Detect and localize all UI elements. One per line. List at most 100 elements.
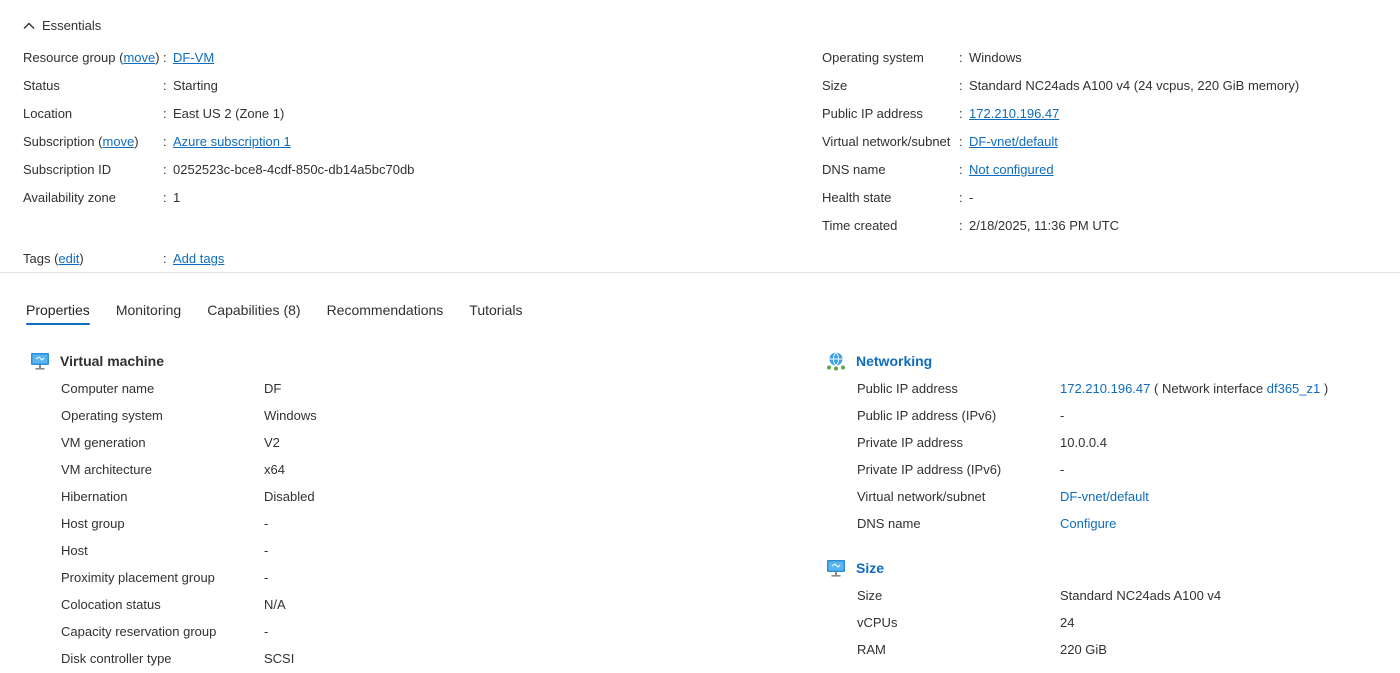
size-row-value: 220 GiB — [1060, 642, 1107, 657]
size-row: Size Standard NC24ads A100 v4 — [826, 582, 1221, 609]
location-label: Location — [23, 106, 73, 121]
vm-row-label: Disk controller type — [61, 651, 172, 666]
tab-monitoring[interactable]: Monitoring — [116, 302, 181, 324]
net-row-label: Private IP address — [857, 435, 963, 450]
vm-row-label: VM generation — [61, 435, 146, 450]
network-icon — [827, 352, 845, 371]
net-vnet-link[interactable]: DF-vnet/default — [1060, 483, 1149, 510]
vm-row: VM architecture x64 — [30, 456, 317, 483]
vm-row: Computer name DF — [30, 375, 317, 402]
subscription-label: Subscription — [23, 134, 95, 149]
vm-row: Disk controller type SCSI — [30, 645, 317, 672]
add-tags-link[interactable]: Add tags — [173, 248, 224, 270]
vm-row-label: Hibernation — [61, 489, 128, 504]
resource-group-move-link[interactable]: move — [123, 50, 155, 65]
vm-row: Operating system Windows — [30, 402, 317, 429]
vm-row: Colocation status N/A — [30, 591, 317, 618]
tab-properties[interactable]: Properties — [26, 302, 90, 325]
size-row: RAM 220 GiB — [826, 636, 1221, 663]
virtual-machine-title: Virtual machine — [60, 353, 165, 369]
vm-row-label: Host — [61, 543, 88, 558]
monitor-icon — [827, 560, 845, 577]
size-row-label: RAM — [857, 642, 886, 657]
os-value: Windows — [969, 50, 1022, 65]
size-row-value: Standard NC24ads A100 v4 — [1060, 588, 1222, 603]
vm-row-value: Windows — [264, 408, 317, 423]
essentials-row-public-ip: Public IP address : 172.210.196.47 — [822, 103, 1299, 131]
monitor-icon — [31, 353, 49, 370]
net-row: Public IP address (IPv6) - — [826, 402, 1328, 429]
vm-row-value: x64 — [264, 462, 285, 477]
essentials-row-availability-zone: Availability zone : 1 — [23, 187, 414, 215]
status-label: Status — [23, 78, 60, 93]
chevron-up-icon — [23, 22, 35, 29]
vm-row-label: Capacity reservation group — [61, 624, 217, 639]
networking-section: Networking Public IP address 172.210.196… — [826, 350, 1328, 537]
subscription-value-link[interactable]: Azure subscription 1 — [173, 131, 291, 159]
tab-tutorials[interactable]: Tutorials — [469, 302, 522, 324]
virtual-machine-section: Virtual machine Computer name DF Operatin… — [30, 350, 317, 672]
vm-row-value: DF — [264, 381, 282, 396]
availability-zone-label: Availability zone — [23, 190, 116, 205]
size-section: Size Size Standard NC24ads A100 v4 vCPUs 2… — [826, 557, 1221, 663]
essentials-row-health: Health state : - — [822, 187, 1299, 215]
net-row-value: 10.0.0.4 — [1060, 435, 1107, 450]
subscription-id-value: 0252523c-bce8-4cdf-850c-db14a5bc70db — [173, 162, 415, 177]
net-row-label: DNS name — [857, 516, 921, 531]
vm-row: VM generation V2 — [30, 429, 317, 456]
net-row: Private IP address 10.0.0.4 — [826, 429, 1328, 456]
health-value: - — [969, 190, 974, 205]
time-created-value: 2/18/2025, 11:36 PM UTC — [969, 218, 1120, 233]
net-row: DNS name Configure — [826, 510, 1328, 537]
vm-row-value: - — [264, 516, 269, 531]
vm-row-value: V2 — [264, 435, 280, 450]
resource-group-value-link[interactable]: DF-VM — [173, 47, 214, 75]
net-row-label: Private IP address (IPv6) — [857, 462, 1002, 477]
size-row: vCPUs 24 — [826, 609, 1221, 636]
tab-recommendations[interactable]: Recommendations — [327, 302, 444, 324]
dns-link[interactable]: Not configured — [969, 159, 1054, 187]
vm-row-value: SCSI — [264, 651, 295, 666]
networking-title-link[interactable]: Networking — [856, 353, 932, 369]
public-ip-link[interactable]: 172.210.196.47 — [969, 103, 1059, 131]
vnet-link[interactable]: DF-vnet/default — [969, 131, 1058, 159]
resource-group-label: Resource group — [23, 50, 116, 65]
vm-row: Proximity placement group - — [30, 564, 317, 591]
essentials-row-location: Location : East US 2 (Zone 1) — [23, 103, 414, 131]
vm-row: Host - — [30, 537, 317, 564]
essentials-row-time-created: Time created : 2/18/2025, 11:36 PM UTC — [822, 215, 1299, 243]
size-title-link[interactable]: Size — [856, 560, 884, 576]
net-public-ip-link[interactable]: 172.210.196.47 — [1060, 381, 1150, 396]
essentials-right-column: Operating system : Windows Size : Standa… — [822, 47, 1299, 243]
essentials-left-column: Resource group (move) : DF-VM Status : S… — [23, 47, 414, 215]
vm-row-label: Host group — [61, 516, 125, 531]
size-label: Size — [822, 78, 848, 93]
vm-row: Host group - — [30, 510, 317, 537]
vm-row-value: - — [264, 570, 269, 585]
subscription-move-link[interactable]: move — [103, 134, 135, 149]
close-paren: ) — [1323, 381, 1329, 396]
vm-row-value: N/A — [264, 597, 286, 612]
vm-row-value: - — [264, 624, 269, 639]
open-paren: ( — [1154, 381, 1159, 396]
tags-row: Tags (edit) : Add tags — [23, 248, 224, 270]
tags-label: Tags — [23, 251, 51, 266]
net-dns-configure-link[interactable]: Configure — [1060, 510, 1116, 537]
net-row: Private IP address (IPv6) - — [826, 456, 1328, 483]
tags-edit-link[interactable]: edit — [58, 251, 79, 266]
essentials-row-size: Size : Standard NC24ads A100 v4 (24 vcpu… — [822, 75, 1299, 103]
vm-row-value: Disabled — [264, 489, 315, 504]
network-interface-link[interactable]: df365_z1 — [1267, 381, 1321, 396]
vm-row-label: VM architecture — [61, 462, 153, 477]
essentials-row-subscription: Subscription (move) : Azure subscription… — [23, 131, 414, 159]
tab-capabilities[interactable]: Capabilities (8) — [207, 302, 300, 324]
essentials-toggle[interactable]: Essentials — [22, 18, 101, 33]
net-public-ip-label: Public IP address — [857, 381, 958, 396]
subscription-id-label: Subscription ID — [23, 162, 112, 177]
vm-row-label: Computer name — [61, 381, 155, 396]
essentials-row-subscription-id: Subscription ID : 0252523c-bce8-4cdf-850… — [23, 159, 414, 187]
essentials-row-status: Status : Starting — [23, 75, 414, 103]
divider — [0, 272, 1400, 273]
net-row: Virtual network/subnet DF-vnet/default — [826, 483, 1328, 510]
net-row-label: Virtual network/subnet — [857, 489, 986, 504]
